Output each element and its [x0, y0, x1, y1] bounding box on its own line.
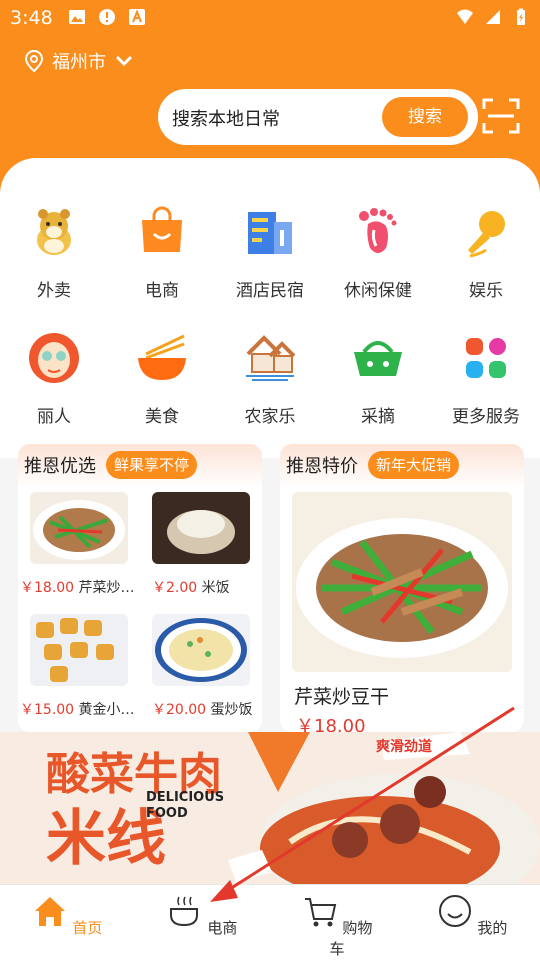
banner-english: DELICIOUS FOOD [146, 790, 225, 821]
promo-tag: 新年大促销 [368, 451, 460, 479]
footprint-icon [359, 208, 397, 253]
product-price-row: ￥18.00 芹菜炒… [20, 577, 135, 597]
product-name: 黄金小… [78, 702, 135, 718]
product-image[interactable] [30, 492, 128, 564]
wifi-icon [457, 9, 473, 24]
location-pin-icon [24, 50, 44, 72]
category-farmstay[interactable]: 农家乐 [220, 332, 320, 427]
tab-ecommerce[interactable]: 电商 [162, 893, 242, 938]
category-label: 农家乐 [244, 407, 296, 427]
chevron-down-icon [115, 55, 133, 67]
microphone-icon [468, 211, 505, 258]
hotel-icon [248, 212, 292, 254]
cup-icon [169, 896, 198, 927]
category-label: 美食 [145, 407, 179, 427]
search-input[interactable]: 搜索本地日常 搜索 [158, 89, 478, 145]
category-more-services[interactable]: 更多服务 [436, 332, 536, 427]
tab-label: 电商 [207, 919, 238, 937]
bottom-tab-bar: 首页 电商 购物车 我的 [0, 884, 540, 960]
a-notification-icon [129, 9, 145, 25]
hamster-icon [37, 209, 71, 255]
location-city: 福州市 [52, 52, 106, 73]
product-name: 米饭 [201, 580, 230, 596]
banner-slogan: 爽滑劲道 [376, 739, 432, 755]
promo-card-special[interactable]: 推恩特价 新年大促销 芹菜炒豆干 ￥18.00 [280, 444, 524, 732]
status-bar: 3:48 [0, 0, 540, 36]
category-picking[interactable]: 采摘 [328, 332, 428, 427]
search-button[interactable]: 搜索 [382, 97, 468, 137]
product-name: 芹菜炒… [78, 580, 135, 596]
product-price-row: ￥15.00 黄金小… [20, 699, 135, 719]
bowl-chopsticks-icon [138, 334, 186, 380]
category-ecommerce[interactable]: 电商 [112, 206, 212, 301]
smiley-icon [438, 895, 471, 927]
product-image[interactable] [30, 614, 128, 686]
category-label: 休闲保健 [344, 281, 412, 301]
product-price-row: ￥2.00 米饭 [152, 577, 230, 597]
promo-title: 推恩特价 [286, 456, 358, 477]
tab-cart[interactable]: 购物车 [297, 893, 377, 959]
product-name: 蛋炒饭 [210, 702, 253, 718]
tab-profile[interactable]: 我的 [432, 893, 512, 938]
farmhouse-icon [246, 335, 296, 381]
category-food[interactable]: 美食 [112, 332, 212, 427]
home-icon [34, 897, 65, 926]
category-label: 娱乐 [469, 281, 503, 301]
category-label: 采摘 [361, 407, 395, 427]
image-notification-icon [69, 10, 85, 24]
basket-icon [354, 341, 402, 376]
signal-icon [486, 10, 500, 24]
product-price-row: ￥20.00 蛋炒饭 [152, 699, 253, 719]
battery-icon [517, 8, 525, 25]
more-grid-icon [466, 338, 506, 378]
promo-tag: 鲜果享不停 [106, 451, 198, 479]
product-price: ￥18.00 [20, 580, 75, 596]
category-label: 电商 [145, 281, 179, 301]
category-label: 丽人 [37, 407, 71, 427]
status-time: 3:48 [10, 7, 53, 29]
category-entertainment[interactable]: 娱乐 [436, 206, 536, 301]
alert-icon [99, 9, 115, 25]
category-label: 更多服务 [452, 407, 520, 427]
tab-home[interactable]: 首页 [27, 893, 107, 938]
promo-card-selected[interactable]: 推恩优选 鲜果享不停 ￥18.00 芹菜炒… ￥2.00 米饭 ￥15.00 黄… [18, 444, 262, 732]
beauty-face-icon [29, 333, 79, 383]
location-selector[interactable]: 福州市 [24, 48, 134, 74]
product-price: ￥15.00 [20, 702, 75, 718]
product-image[interactable] [152, 492, 250, 564]
product-price: ￥20.00 [152, 702, 207, 718]
category-takeout[interactable]: 外卖 [4, 206, 104, 301]
product-price: ￥18.00 [296, 716, 366, 732]
category-label: 外卖 [37, 281, 71, 301]
tab-label: 我的 [477, 919, 508, 937]
category-beauty[interactable]: 丽人 [4, 332, 104, 427]
shopping-bag-icon [142, 206, 182, 252]
category-label: 酒店民宿 [236, 281, 304, 301]
product-image[interactable] [152, 614, 250, 686]
promo-banner[interactable]: 酸菜牛肉 米线 DELICIOUS FOOD 爽滑劲道 [0, 732, 540, 884]
tab-label: 首页 [72, 919, 103, 937]
cart-icon [304, 898, 336, 927]
product-name: 芹菜炒豆干 [294, 686, 390, 708]
category-hotel[interactable]: 酒店民宿 [220, 206, 320, 301]
category-leisure-health[interactable]: 休闲保健 [328, 206, 428, 301]
product-price: ￥2.00 [152, 580, 198, 596]
scan-icon[interactable] [482, 98, 520, 134]
promo-title: 推恩优选 [24, 456, 96, 477]
product-image[interactable] [292, 492, 512, 672]
search-placeholder: 搜索本地日常 [172, 109, 280, 130]
